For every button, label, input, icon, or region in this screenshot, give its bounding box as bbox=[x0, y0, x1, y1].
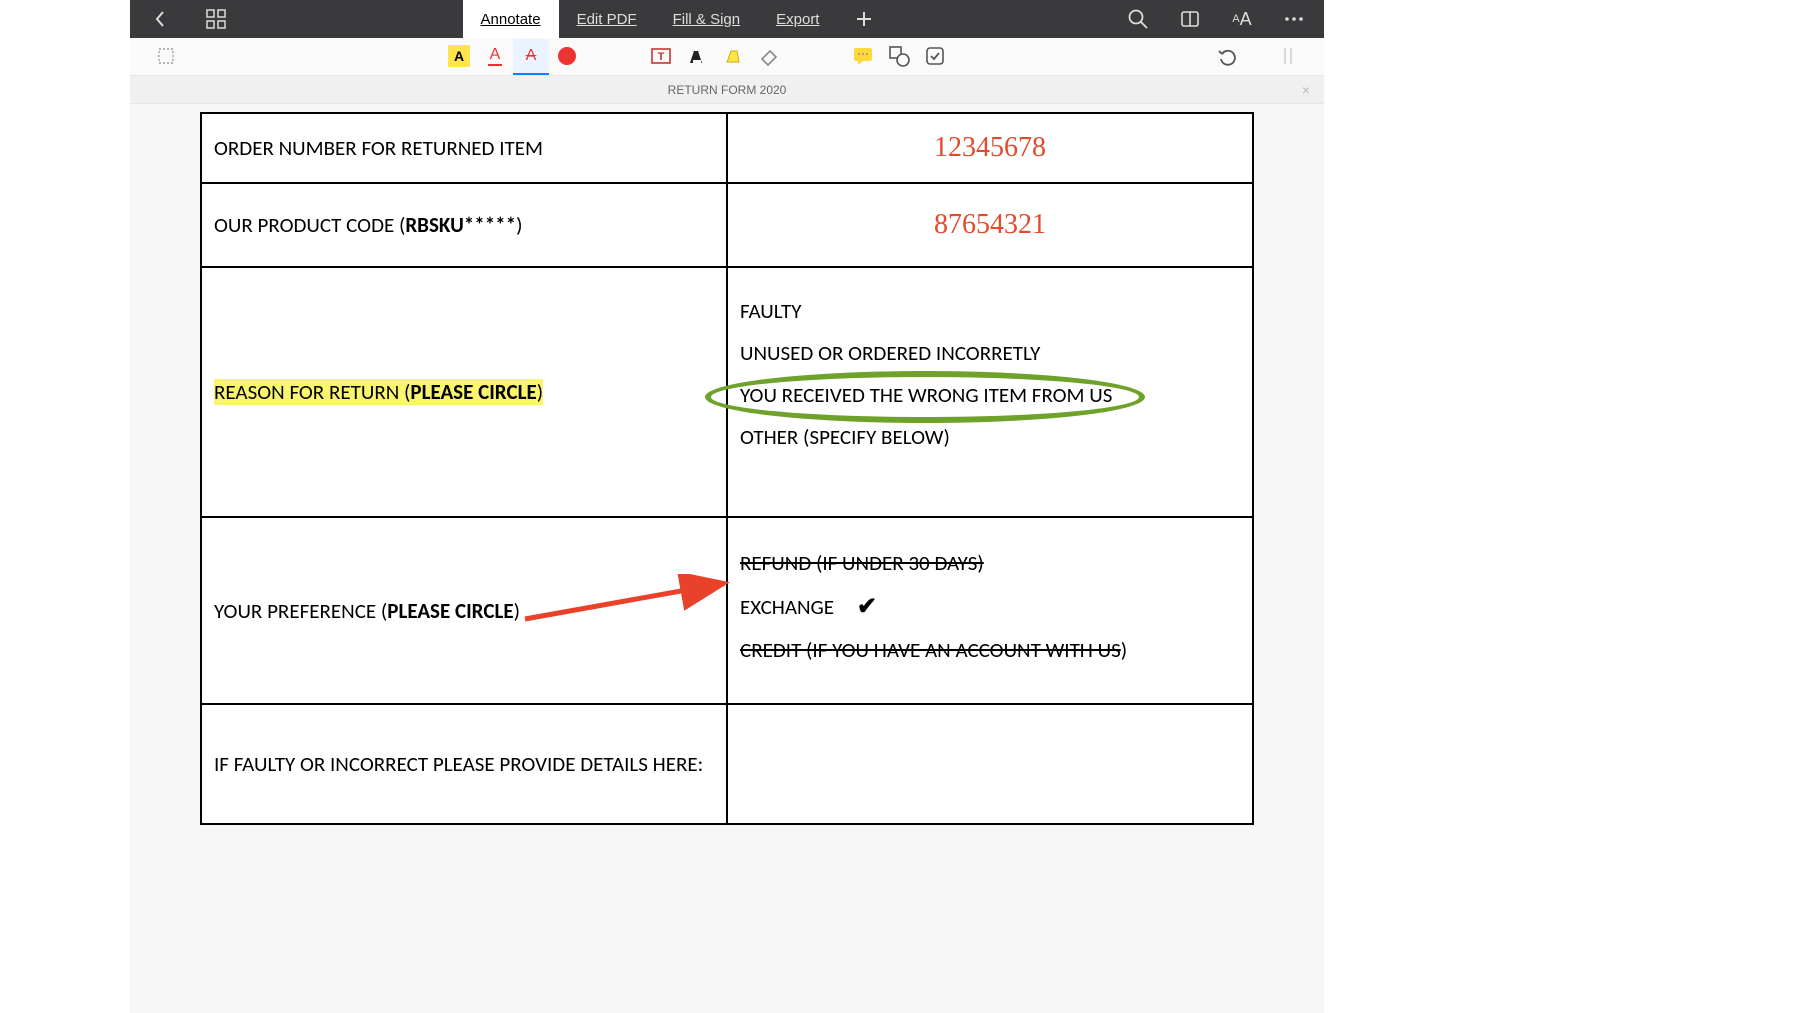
reason-label-post: ) bbox=[537, 379, 543, 405]
order-number-value-cell: 12345678 bbox=[727, 113, 1253, 183]
note-tool-icon[interactable] bbox=[845, 39, 881, 75]
text-size-icon[interactable]: AA bbox=[1230, 7, 1254, 31]
tab-add-button[interactable] bbox=[837, 0, 891, 38]
reason-option-wrong-item: YOU RECEIVED THE WRONG ITEM FROM US bbox=[740, 382, 1240, 408]
reason-label-bold: PLEASE CIRCLE bbox=[410, 379, 536, 405]
document-tab[interactable]: RETURN FORM 2020 × bbox=[130, 76, 1324, 104]
search-icon[interactable] bbox=[1126, 7, 1150, 31]
preference-label-bold: PLEASE CIRCLE bbox=[387, 598, 513, 624]
eraser-tool-icon[interactable] bbox=[751, 39, 787, 75]
return-form-table: ORDER NUMBER FOR RETURNED ITEM 12345678 … bbox=[200, 112, 1254, 825]
product-code-label-bold: RBSKU***** bbox=[405, 212, 516, 238]
details-value-cell bbox=[727, 704, 1253, 824]
reason-option-faulty: FAULTY bbox=[740, 298, 1240, 324]
preference-exchange-text: EXCHANGE bbox=[740, 594, 834, 620]
strikethrough-tool-icon[interactable]: A bbox=[513, 39, 549, 75]
preference-options-cell: REFUND (IF UNDER 30 DAYS) EXCHANGE ✔ CRE… bbox=[727, 517, 1253, 704]
highlighter-tool-icon[interactable] bbox=[715, 39, 751, 75]
tab-annotate[interactable]: Annotate bbox=[463, 0, 559, 38]
underline-tool-icon[interactable]: A bbox=[477, 39, 513, 75]
tab-edit-pdf[interactable]: Edit PDF bbox=[559, 0, 655, 38]
app-window: Annotate Edit PDF Fill & Sign Export AA bbox=[130, 0, 1324, 1013]
product-code-label-post: ) bbox=[516, 212, 522, 238]
order-number-label: ORDER NUMBER FOR RETURNED ITEM bbox=[214, 135, 543, 161]
annotate-toolbar: A A A T bbox=[130, 38, 1324, 76]
preference-credit-post: ) bbox=[1121, 637, 1127, 663]
selection-tool-icon[interactable] bbox=[148, 39, 184, 75]
product-code-value-cell: 87654321 bbox=[727, 183, 1253, 267]
document-close-button[interactable]: × bbox=[1302, 82, 1310, 98]
redo-button[interactable] bbox=[1270, 39, 1306, 75]
checkmark-icon: ✔ bbox=[857, 592, 877, 621]
tab-export[interactable]: Export bbox=[758, 0, 837, 38]
highlight-tool-icon[interactable]: A bbox=[441, 39, 477, 75]
preference-credit-strike: CREDIT (IF YOU HAVE AN ACCOUNT WITH US bbox=[740, 637, 1121, 663]
bookmark-icon[interactable] bbox=[1178, 7, 1202, 31]
thumbnails-button[interactable] bbox=[204, 7, 228, 31]
reason-option-other: OTHER (SPECIFY BELOW) bbox=[740, 424, 1240, 450]
preference-option-exchange: EXCHANGE ✔ bbox=[740, 592, 1240, 621]
reason-option-unused: UNUSED OR ORDERED INCORRETLY bbox=[740, 340, 1240, 366]
reason-label-pre: REASON FOR RETURN ( bbox=[214, 379, 410, 405]
product-code-value: 87654321 bbox=[740, 209, 1240, 241]
reason-options-cell: FAULTY UNUSED OR ORDERED INCORRETLY YOU … bbox=[727, 267, 1253, 517]
tab-fill-sign[interactable]: Fill & Sign bbox=[655, 0, 759, 38]
preference-option-credit: CREDIT (IF YOU HAVE AN ACCOUNT WITH US) bbox=[740, 637, 1240, 663]
order-number-value: 12345678 bbox=[740, 132, 1240, 164]
reason-label-highlight: REASON FOR RETURN (PLEASE CIRCLE) bbox=[214, 379, 543, 405]
top-toolbar: Annotate Edit PDF Fill & Sign Export AA bbox=[130, 0, 1324, 38]
preference-label-pre: YOUR PREFERENCE ( bbox=[214, 598, 387, 624]
textbox-tool-icon[interactable]: T bbox=[643, 39, 679, 75]
reason-label-cell: REASON FOR RETURN (PLEASE CIRCLE) bbox=[201, 267, 727, 517]
preference-label-post: ) bbox=[514, 598, 520, 624]
product-code-label-pre: OUR PRODUCT CODE ( bbox=[214, 212, 405, 238]
shape-tool-icon[interactable] bbox=[881, 39, 917, 75]
product-code-label-cell: OUR PRODUCT CODE (RBSKU*****) bbox=[201, 183, 727, 267]
document-page: ORDER NUMBER FOR RETURNED ITEM 12345678 … bbox=[130, 104, 1324, 825]
svg-text:T: T bbox=[658, 51, 665, 63]
more-icon[interactable] bbox=[1282, 7, 1306, 31]
details-label: IF FAULTY OR INCORRECT PLEASE PROVIDE DE… bbox=[214, 751, 703, 777]
document-title: RETURN FORM 2020 bbox=[668, 83, 787, 97]
undo-button[interactable] bbox=[1210, 39, 1246, 75]
pen-tool-icon[interactable] bbox=[679, 39, 715, 75]
color-red-icon[interactable] bbox=[549, 39, 585, 75]
order-number-label-cell: ORDER NUMBER FOR RETURNED ITEM bbox=[201, 113, 727, 183]
details-label-cell: IF FAULTY OR INCORRECT PLEASE PROVIDE DE… bbox=[201, 704, 727, 824]
back-button[interactable] bbox=[148, 7, 172, 31]
preference-option-refund: REFUND (IF UNDER 30 DAYS) bbox=[740, 550, 1240, 576]
stamp-tool-icon[interactable] bbox=[917, 39, 953, 75]
preference-label-cell: YOUR PREFERENCE (PLEASE CIRCLE) bbox=[201, 517, 727, 704]
